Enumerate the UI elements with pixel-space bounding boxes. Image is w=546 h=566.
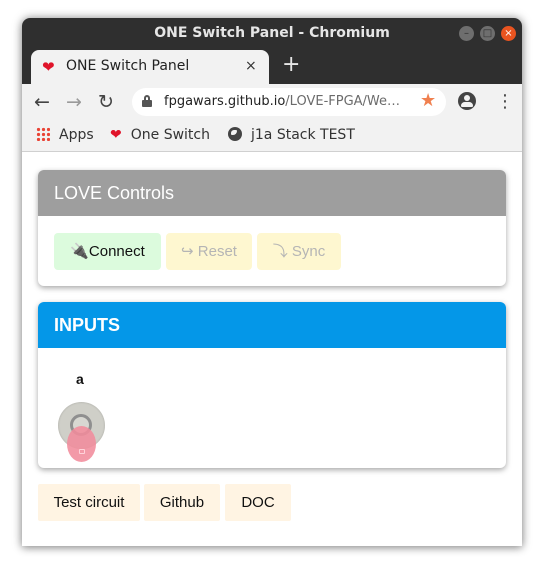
bookmark-one-switch[interactable]: ❤ One Switch [110,127,210,143]
tab-title: ONE Switch Panel [66,58,190,74]
test-circuit-button[interactable]: Test circuit [38,484,140,521]
url-host: fpgawars.github.io [164,94,286,109]
apps-grid-icon [36,127,50,141]
tab-one-switch-panel[interactable]: ❤ ONE Switch Panel × [31,50,269,84]
sync-icon: ⤵ [272,242,288,260]
love-controls-card: LOVE Controls 🔌Connect ↪ Reset ⤵ Sync [38,170,506,286]
connect-label: Connect [88,243,145,260]
input-label-a: a [76,371,84,387]
url-text[interactable]: fpgawars.github.io/LOVE-FPGA/We… [164,94,404,109]
address-bar[interactable]: fpgawars.github.io/LOVE-FPGA/We… ★ [132,88,446,116]
redo-icon: ↪ [181,242,194,260]
reload-icon[interactable]: ↻ [98,90,114,114]
heart-icon: ❤ [42,58,55,76]
tab-strip: ❤ ONE Switch Panel × + [22,48,522,84]
new-tab-button[interactable]: + [282,54,300,76]
bookmark-j1a-stack-test[interactable]: j1a Stack TEST [228,127,355,143]
profile-avatar-icon[interactable] [458,92,476,110]
minimize-icon[interactable]: – [459,26,474,41]
window-title: ONE Switch Panel - Chromium [154,25,390,41]
page-content: LOVE Controls 🔌Connect ↪ Reset ⤵ Sync IN… [22,153,522,546]
toggle-knob[interactable] [67,426,96,462]
forward-icon[interactable]: → [66,90,82,114]
doc-button[interactable]: DOC [225,484,291,521]
browser-toolbar: ← → ↻ fpgawars.github.io/LOVE-FPGA/We… ★… [22,84,522,120]
url-path: /LOVE-FPGA/We… [285,94,401,109]
bookmark-label: Apps [59,127,94,143]
github-button[interactable]: Github [144,484,220,521]
sync-label: Sync [291,243,326,260]
bookmarks-bar: Apps ❤ One Switch j1a Stack TEST [22,120,522,152]
plug-icon: 🔌 [70,242,89,260]
bookmark-label: j1a Stack TEST [251,127,355,143]
love-controls-title: LOVE Controls [38,170,506,216]
bookmark-apps[interactable]: Apps [36,127,94,143]
bookmark-label: One Switch [130,127,210,143]
close-window-icon[interactable]: × [501,26,516,41]
inputs-title: INPUTS [38,302,506,348]
reset-button[interactable]: ↪ Reset [166,233,252,270]
heart-icon: ❤ [110,127,122,143]
title-bar: ONE Switch Panel - Chromium – □ × [22,18,522,48]
close-tab-icon[interactable]: × [245,58,257,74]
globe-icon [228,127,242,141]
back-icon[interactable]: ← [34,90,50,114]
menu-icon[interactable]: ⋮ [496,90,514,114]
reset-label: Reset [197,243,237,260]
sync-button[interactable]: ⤵ Sync [257,233,341,270]
bookmark-star-icon[interactable]: ★ [420,90,436,111]
inputs-card: INPUTS a [38,302,506,468]
connect-button[interactable]: 🔌Connect [54,233,161,270]
lock-icon[interactable] [142,95,152,107]
browser-window: ONE Switch Panel - Chromium – □ × ❤ ONE … [22,18,522,546]
maximize-icon[interactable]: □ [480,26,495,41]
